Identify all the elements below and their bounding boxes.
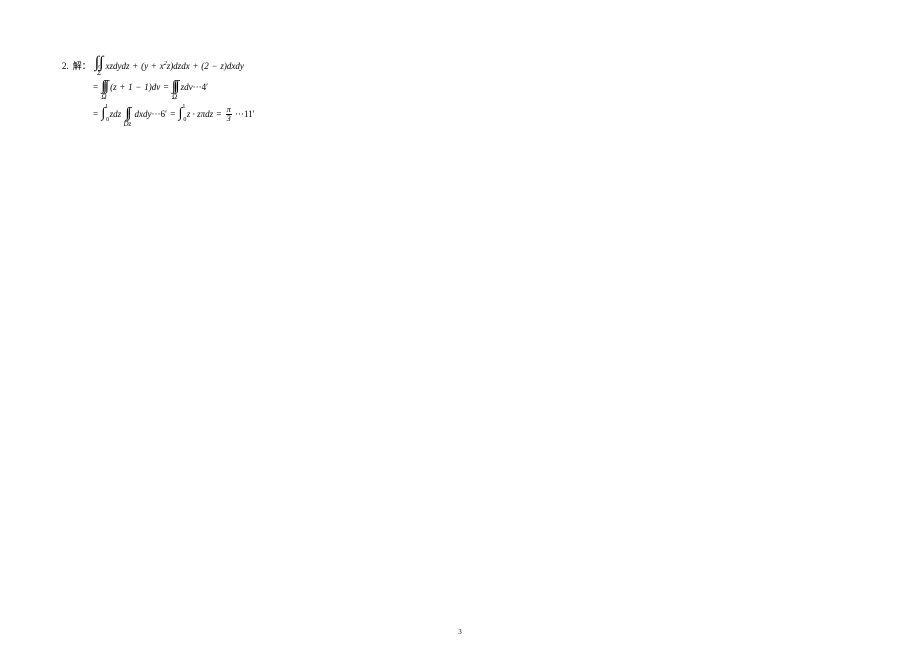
single-integral-1: ∫10 bbox=[101, 104, 105, 124]
score-marker-11: ···11′ bbox=[235, 109, 255, 119]
single-integral-2: ∫10 bbox=[179, 104, 183, 124]
line-3: = ∫10 zdz ∫∫ Dz dxdy···6′ = ∫10 z · zπdz… bbox=[92, 104, 255, 127]
closed-surface-integral: ∫∫○ Σ bbox=[95, 56, 104, 76]
math-solution: 2. 解： ∫∫○ Σ xzdydz + (y + x2z)dzdx + (2 … bbox=[62, 56, 255, 131]
integrand-1: xzdydz + (y + x2z)dzdx + (2 − z)dxdy bbox=[106, 60, 244, 73]
line-2: = ∫∫∫ Ω (z + 1 − 1)dv = ∫∫∫ Ω zdv···4′ bbox=[92, 80, 255, 100]
page-number: 3 bbox=[458, 628, 462, 636]
line-1: 2. 解： ∫∫○ Σ xzdydz + (y + x2z)dzdx + (2 … bbox=[62, 56, 255, 76]
triple-integral-2: ∫∫∫ Ω bbox=[172, 80, 178, 100]
fraction-pi-3: π 3 bbox=[226, 106, 232, 123]
double-integral: ∫∫ Dz bbox=[123, 107, 131, 127]
score-marker-4: ···4′ bbox=[193, 82, 208, 92]
triple-integral-1: ∫∫∫ Ω bbox=[101, 80, 107, 100]
problem-number: 2. bbox=[62, 60, 69, 73]
score-marker-6: ···6′ bbox=[151, 109, 166, 119]
problem-label: 解： bbox=[73, 60, 91, 73]
